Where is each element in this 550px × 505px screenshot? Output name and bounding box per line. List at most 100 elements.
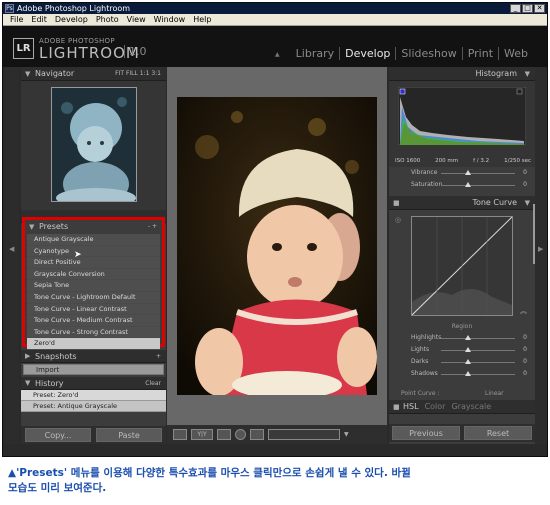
preset-item[interactable]: Sepia Tone (27, 280, 160, 292)
saturation-value: 0 (523, 181, 527, 188)
histogram-title: Histogram (475, 69, 518, 78)
preset-item[interactable]: Direct Positive (27, 257, 160, 269)
slider-knob[interactable] (465, 347, 471, 352)
slider-knob[interactable] (465, 182, 471, 187)
menu-help[interactable]: Help (189, 14, 215, 25)
loupe-view-icon[interactable] (173, 429, 187, 440)
shadows-value: 0 (523, 370, 527, 377)
app-icon: Ps (5, 4, 14, 13)
slider-knob[interactable] (465, 359, 471, 364)
toolbar-menu-arrow-icon[interactable]: ▼ (344, 431, 349, 438)
close-button[interactable]: ✕ (534, 4, 545, 13)
module-develop[interactable]: Develop (339, 47, 395, 60)
exif-shutter: 1/250 sec (504, 158, 531, 164)
module-slideshow[interactable]: Slideshow (395, 47, 461, 60)
darks-slider[interactable]: Darks 0 (389, 356, 535, 368)
slider-knob[interactable] (465, 170, 471, 175)
history-title: History (35, 379, 64, 388)
crop-tool-icon[interactable] (217, 429, 231, 440)
red-eye-tool-icon[interactable] (235, 429, 246, 440)
toolbar-info-field[interactable] (268, 429, 340, 440)
darks-value: 0 (523, 358, 527, 365)
history-item[interactable]: Preset: Antique Grayscale (21, 401, 166, 412)
collapse-top-arrow-icon[interactable]: ▲ (275, 51, 280, 58)
reset-button[interactable]: Reset (464, 426, 532, 440)
history-item[interactable]: Preset: Zero'd (21, 390, 166, 401)
collapse-left-arrow-icon[interactable]: ◀ (9, 245, 14, 253)
shadows-slider[interactable]: Shadows 0 (389, 368, 535, 380)
navigator-preview[interactable] (21, 81, 166, 210)
collapse-right-arrow-icon[interactable]: ▶ (538, 245, 543, 253)
tab-hsl[interactable]: HSL (403, 400, 419, 413)
snapshots-add[interactable]: + (156, 350, 161, 363)
slider-knob[interactable] (465, 371, 471, 376)
minimize-button[interactable]: _ (510, 4, 521, 13)
navigator-thumbnail[interactable] (51, 87, 137, 202)
hsl-tabs: ■ HSL Color Grayscale (389, 400, 535, 414)
vibrance-slider[interactable]: Vibrance 0 (389, 167, 535, 179)
zoom-1-1[interactable]: 1:1 (140, 70, 150, 77)
tone-curve-title: Tone Curve (472, 198, 517, 207)
menu-edit[interactable]: Edit (27, 14, 51, 25)
preset-item[interactable]: Grayscale Conversion (27, 268, 160, 281)
tab-color[interactable]: Color (425, 400, 446, 413)
highlights-slider[interactable]: Highlights 0 (389, 332, 535, 344)
region-label: Region (451, 323, 473, 330)
right-panel-edge[interactable]: ▶ (535, 67, 547, 444)
left-panel-edge[interactable]: ◀ (5, 67, 19, 444)
previous-button[interactable]: Previous (392, 426, 460, 440)
point-curve-select[interactable]: Linear (485, 388, 504, 400)
copy-button[interactable]: Copy... (25, 428, 91, 442)
module-library[interactable]: Library (291, 47, 339, 60)
preset-item[interactable]: Antique Grayscale (27, 234, 160, 246)
point-curve-row: Point Curve : Linear (389, 388, 535, 400)
histogram-header[interactable]: Histogram ▼ (389, 67, 535, 81)
menu-file[interactable]: File (6, 14, 27, 25)
import-button[interactable]: Import (23, 364, 164, 375)
slider-track (441, 374, 515, 375)
menu-view[interactable]: View (123, 14, 150, 25)
before-after-button[interactable]: Y|Y (191, 429, 213, 440)
history-header[interactable]: ▼ History Clear (21, 377, 166, 390)
tone-curve-area: ◎ ︽ (389, 210, 535, 322)
snapshots-title: Snapshots (35, 352, 77, 361)
preset-item[interactable]: Cyanotype (27, 245, 160, 258)
preset-item[interactable]: Tone Curve - Strong Contrast (27, 326, 160, 339)
presets-header[interactable]: ▼ Presets - + (25, 220, 162, 234)
zoom-3-1[interactable]: 3:1 (151, 70, 161, 77)
zoom-fit[interactable]: FIT (115, 70, 124, 77)
menu-photo[interactable]: Photo (92, 14, 123, 25)
white-balance-tool-icon[interactable] (250, 429, 264, 440)
import-row: Import (21, 363, 166, 377)
preset-item[interactable]: Tone Curve - Linear Contrast (27, 303, 160, 316)
menu-window[interactable]: Window (150, 14, 190, 25)
slider-knob[interactable] (465, 335, 471, 340)
lower-left-sections: ▶ Snapshots + Import ▼ History Clear Pre… (21, 350, 166, 412)
lights-slider[interactable]: Lights 0 (389, 344, 535, 356)
paste-button[interactable]: Paste (96, 428, 162, 442)
tone-curve-graph[interactable] (411, 216, 513, 316)
saturation-slider[interactable]: Saturation 0 (389, 179, 535, 191)
menu-develop[interactable]: Develop (51, 14, 92, 25)
preset-item[interactable]: Tone Curve - Medium Contrast (27, 315, 160, 327)
maximize-button[interactable]: □ (522, 4, 533, 13)
preset-item[interactable]: Tone Curve - Lightroom Default (27, 291, 160, 304)
tab-grayscale[interactable]: Grayscale (451, 400, 491, 413)
navigator-header[interactable]: ▼ Navigator FIT FILL 1:1 3:1 (21, 67, 166, 81)
baby-photo[interactable] (177, 97, 377, 395)
module-web[interactable]: Web (498, 47, 533, 60)
presets-add-remove[interactable]: - + (148, 220, 157, 234)
preset-item-selected[interactable]: Zero'd (27, 338, 160, 350)
point-curve-label: Point Curve : (401, 390, 440, 397)
module-print[interactable]: Print (461, 47, 498, 60)
target-adjust-icon[interactable]: ◎ (395, 216, 401, 224)
zoom-fill[interactable]: FILL (126, 70, 138, 77)
history-clear-button[interactable]: Clear (145, 377, 161, 390)
collapse-curve-icon[interactable]: ︽ (520, 306, 527, 316)
photo-canvas[interactable] (167, 67, 387, 425)
expand-triangle-icon: ▶ (25, 352, 31, 360)
tone-curve-header[interactable]: ■ Tone Curve ▼ (389, 196, 535, 210)
right-panel: Histogram ▼ ISO 1600 200 mm f / 3.2 1/25… (389, 67, 535, 444)
snapshots-header[interactable]: ▶ Snapshots + (21, 350, 166, 363)
expand-triangle-icon: ▼ (25, 70, 31, 78)
